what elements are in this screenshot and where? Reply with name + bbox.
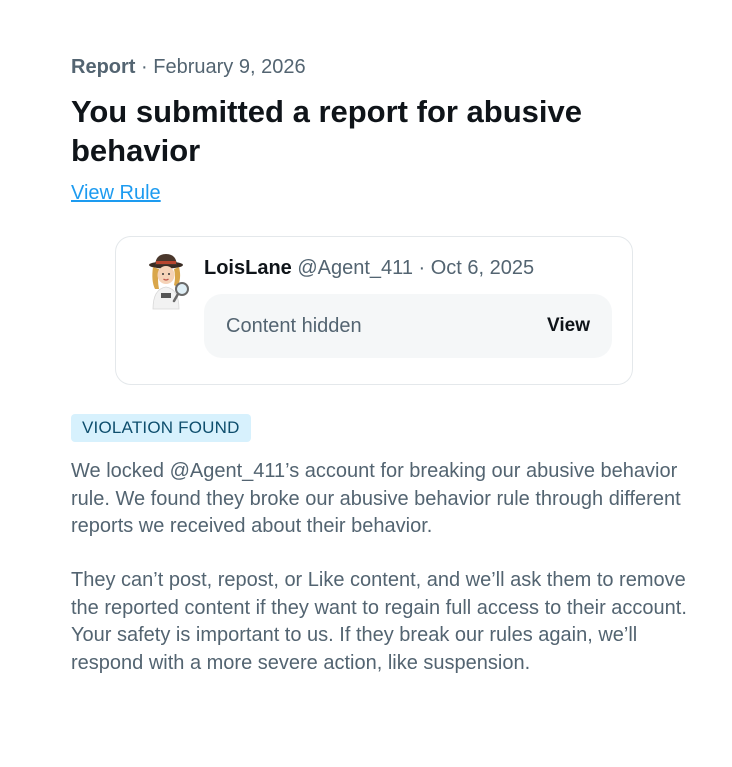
result-paragraph-2: They can’t post, repost, or Like content… bbox=[71, 569, 687, 674]
post-date[interactable]: Oct 6, 2025 bbox=[431, 257, 534, 279]
report-detail: Report · February 9, 2026 You submitted … bbox=[0, 0, 732, 767]
view-content-button[interactable]: View bbox=[547, 315, 590, 337]
author-name[interactable]: LoisLane bbox=[204, 257, 292, 279]
report-label: Report bbox=[71, 56, 136, 78]
content-hidden-box: Content hidden View bbox=[204, 294, 612, 358]
view-rule-link[interactable]: View Rule bbox=[71, 182, 161, 205]
result-paragraph-1: We locked @Agent_411’s account for break… bbox=[71, 460, 681, 537]
author-handle[interactable]: @Agent_411 bbox=[297, 257, 413, 279]
content-hidden-text: Content hidden bbox=[226, 315, 362, 337]
status-badge: VIOLATION FOUND bbox=[71, 414, 251, 442]
page-title: You submitted a report for abusive behav… bbox=[71, 94, 583, 168]
detective-avatar-icon[interactable] bbox=[141, 251, 193, 311]
author-separator: · bbox=[418, 257, 426, 279]
report-meta: Report · February 9, 2026 bbox=[71, 56, 306, 79]
report-date: February 9, 2026 bbox=[153, 56, 306, 78]
reported-post-card: LoisLane @Agent_411 · Oct 6, 2025 Conten… bbox=[115, 236, 633, 385]
meta-separator: · bbox=[141, 56, 148, 78]
post-author: LoisLane @Agent_411 · Oct 6, 2025 bbox=[204, 257, 534, 280]
